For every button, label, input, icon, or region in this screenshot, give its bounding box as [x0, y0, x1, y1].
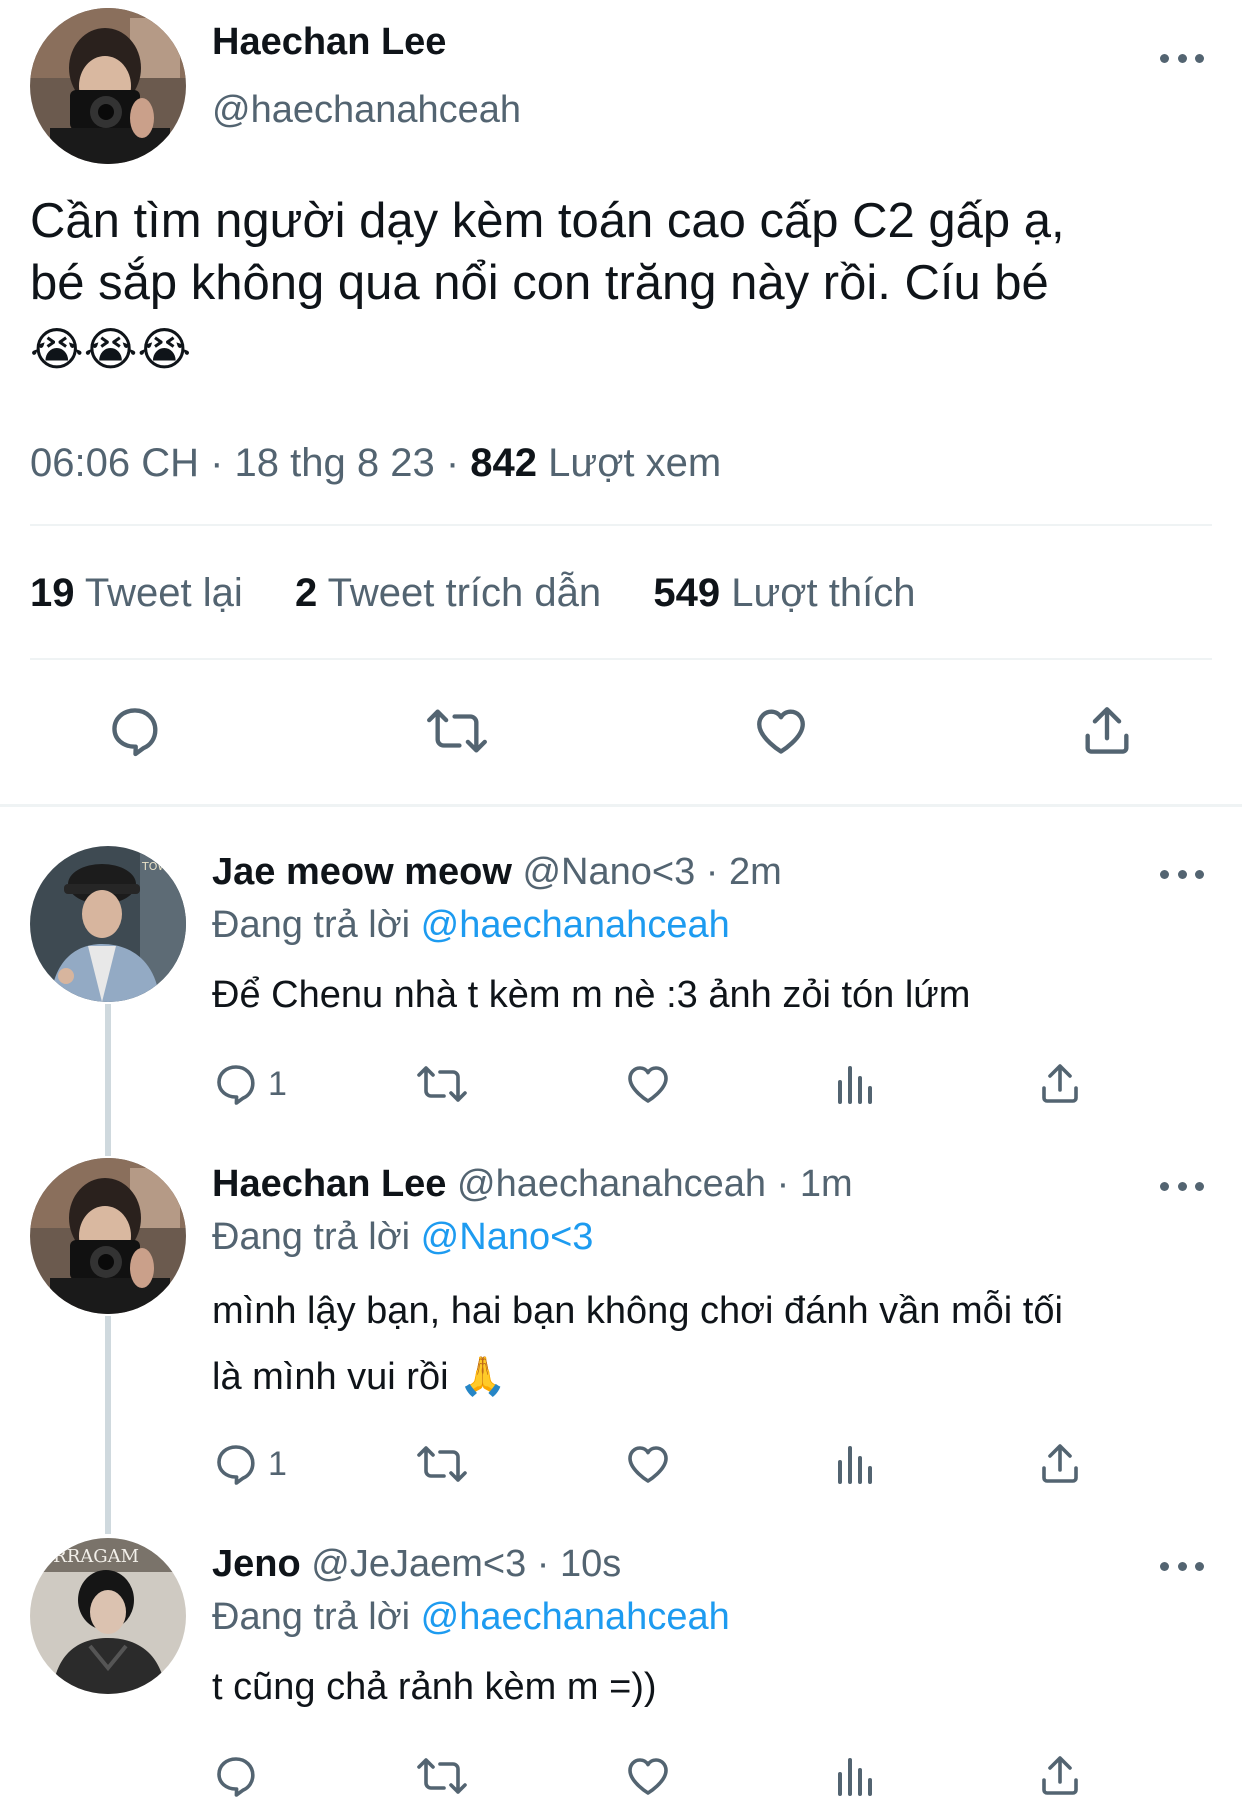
tweet-time[interactable]: 06:06 CH	[30, 441, 199, 485]
reply-author-handle[interactable]: @haechanahceah	[457, 1163, 766, 1205]
retweets-label: Tweet lại	[84, 571, 243, 615]
more-icon[interactable]	[1160, 1176, 1204, 1196]
share-icon[interactable]	[1036, 1060, 1084, 1108]
mention-link[interactable]: @haechanahceah	[421, 1596, 730, 1638]
tweet-emojis: 😭😭😭	[30, 323, 192, 375]
reply-icon[interactable]	[212, 1752, 260, 1800]
divider	[30, 658, 1212, 660]
more-icon[interactable]	[1160, 48, 1204, 68]
reply-count: 1	[268, 1444, 287, 1483]
replying-label: Đang trả lời	[212, 1596, 411, 1638]
share-icon[interactable]	[1036, 1440, 1084, 1488]
retweet-icon[interactable]	[414, 1752, 470, 1800]
likes-count: 549	[653, 571, 721, 615]
author-handle[interactable]: @haechanahceah	[212, 86, 521, 134]
reply-text-line: mình lậy bạn, hai bạn không chơi đánh vầ…	[212, 1290, 1063, 1332]
quotes-count: 2	[295, 571, 318, 615]
reply-icon[interactable]: 1	[212, 1060, 287, 1108]
views-icon[interactable]	[832, 1752, 880, 1800]
share-icon[interactable]	[1036, 1752, 1084, 1800]
reply-icon[interactable]	[106, 702, 164, 760]
views-icon[interactable]	[832, 1440, 880, 1488]
avatar[interactable]	[30, 8, 186, 164]
engagement-stats: 19 Tweet lại 2 Tweet trích dẫn 549 Lượt …	[30, 568, 915, 618]
tweet-text-line: bé sắp không qua nổi con trăng này rồi. …	[30, 256, 1049, 310]
retweet-icon[interactable]	[414, 1440, 470, 1488]
avatar-sign-text: TOW	[141, 860, 168, 873]
section-divider	[0, 804, 1242, 807]
views-count: 842	[470, 441, 538, 485]
reply-age[interactable]: 1m	[800, 1163, 853, 1205]
reply-header: Jae meow meow @Nano<3 · 2m	[212, 851, 782, 893]
reply-age[interactable]: 10s	[560, 1543, 621, 1585]
reply-text: t cũng chả rảnh kèm m =))	[212, 1666, 657, 1708]
likes-label: Lượt thích	[731, 571, 916, 615]
mention-link[interactable]: @haechanahceah	[421, 904, 730, 946]
quotes-stat[interactable]: 2 Tweet trích dẫn	[295, 571, 612, 615]
likes-stat[interactable]: 549 Lượt thích	[653, 571, 915, 615]
views-icon[interactable]	[832, 1060, 880, 1108]
reply-text: mình lậy bạn, hai bạn không chơi đánh vầ…	[212, 1278, 1063, 1410]
like-icon[interactable]	[752, 702, 810, 760]
views-label: Lượt xem	[548, 441, 722, 485]
retweet-icon[interactable]	[414, 1060, 470, 1108]
thread-line	[105, 1316, 111, 1534]
replying-label: Đang trả lời	[212, 904, 411, 946]
reply-text-line: là mình vui rồi 🙏	[212, 1356, 507, 1398]
reply-count: 1	[268, 1064, 287, 1103]
like-icon[interactable]	[624, 1440, 672, 1488]
like-icon[interactable]	[624, 1060, 672, 1108]
divider	[30, 524, 1212, 526]
replying-to: Đang trả lời @haechanahceah	[212, 900, 730, 950]
more-icon[interactable]	[1160, 864, 1204, 884]
thread-line	[105, 1004, 111, 1156]
author-name[interactable]: Haechan Lee	[212, 18, 446, 66]
retweets-count: 19	[30, 571, 75, 615]
retweet-icon[interactable]	[424, 702, 490, 760]
avatar[interactable]: TOW	[30, 846, 186, 1002]
replying-to: Đang trả lời @Nano<3	[212, 1212, 593, 1262]
tweet-date[interactable]: 18 thg 8 23	[235, 441, 435, 485]
replying-label: Đang trả lời	[212, 1216, 411, 1258]
retweets-stat[interactable]: 19 Tweet lại	[30, 571, 254, 615]
reply-author-name[interactable]: Haechan Lee	[212, 1163, 446, 1205]
quotes-label: Tweet trích dẫn	[327, 571, 602, 615]
avatar[interactable]: ERRAGAM	[30, 1538, 186, 1694]
like-icon[interactable]	[624, 1752, 672, 1800]
avatar-sign-text: ERRAGAM	[40, 1546, 139, 1567]
reply-author-handle[interactable]: @JeJaem<3	[311, 1543, 526, 1585]
reply-text: Để Chenu nhà t kèm m nè :3 ảnh zỏi tón l…	[212, 974, 971, 1016]
reply-author-handle[interactable]: @Nano<3	[522, 851, 695, 893]
mention-link[interactable]: @Nano<3	[421, 1216, 594, 1258]
tweet-meta: 06:06 CH · 18 thg 8 23 · 842 Lượt xem	[30, 441, 722, 485]
more-icon[interactable]	[1160, 1556, 1204, 1576]
tweet-text: Cần tìm người dạy kèm toán cao cấp C2 gấ…	[30, 190, 1065, 384]
reply-author-name[interactable]: Jeno	[212, 1543, 301, 1585]
replying-to: Đang trả lời @haechanahceah	[212, 1592, 730, 1642]
reply-header: Jeno @JeJaem<3 · 10s	[212, 1543, 622, 1585]
avatar[interactable]	[30, 1158, 186, 1314]
reply-author-name[interactable]: Jae meow meow	[212, 851, 512, 893]
tweet-text-line: Cần tìm người dạy kèm toán cao cấp C2 gấ…	[30, 194, 1065, 248]
reply-age[interactable]: 2m	[729, 851, 782, 893]
reply-icon[interactable]: 1	[212, 1440, 287, 1488]
share-icon[interactable]	[1078, 702, 1136, 760]
reply-header: Haechan Lee @haechanahceah · 1m	[212, 1163, 853, 1205]
